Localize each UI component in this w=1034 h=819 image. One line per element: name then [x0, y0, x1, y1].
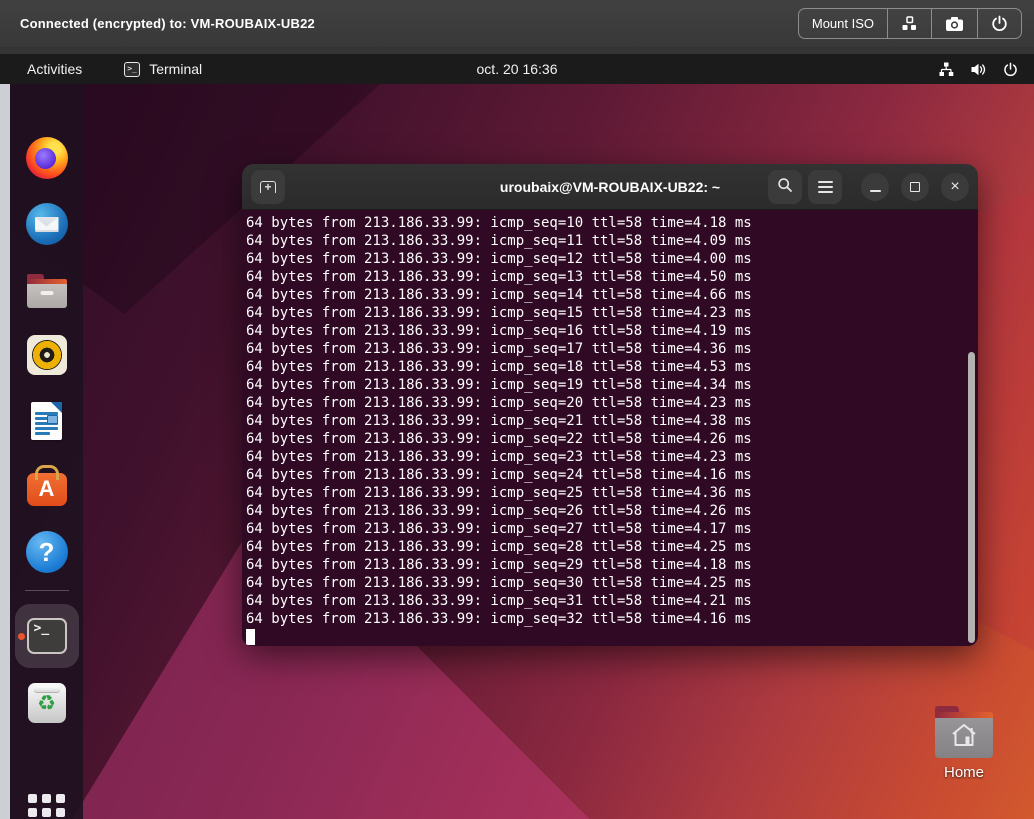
new-tab-icon — [260, 181, 276, 193]
menu-icon — [818, 186, 833, 188]
mount-iso-button[interactable]: Mount ISO — [798, 8, 888, 39]
terminal-line: 64 bytes from 213.186.33.99: icmp_seq=11… — [246, 232, 978, 250]
app-menu-label: Terminal — [149, 61, 202, 77]
terminal-window: uroubaix@VM-ROUBAIX-UB22: ~ × — [242, 164, 978, 646]
terminal-output: 64 bytes from 213.186.33.99: icmp_seq=10… — [242, 210, 978, 628]
terminal-cursor — [246, 629, 255, 645]
dock-separator — [25, 590, 69, 591]
terminal-cursor-row — [242, 628, 978, 646]
terminal-line: 64 bytes from 213.186.33.99: icmp_seq=14… — [246, 286, 978, 304]
dock-item-rhythmbox[interactable] — [15, 323, 79, 387]
dock-item-trash[interactable]: ♻ — [15, 671, 79, 735]
libreoffice-writer-icon — [31, 402, 62, 440]
terminal-line: 64 bytes from 213.186.33.99: icmp_seq=15… — [246, 304, 978, 322]
viewer-button-group: Mount ISO — [798, 8, 1022, 39]
firefox-icon — [26, 137, 68, 179]
clock[interactable]: oct. 20 16:36 — [477, 61, 558, 77]
minimize-button[interactable] — [861, 173, 889, 201]
dock-item-libreoffice-writer[interactable] — [15, 389, 79, 453]
terminal-line: 64 bytes from 213.186.33.99: icmp_seq=10… — [246, 214, 978, 232]
ubuntu-software-icon: A — [27, 473, 67, 506]
terminal-line: 64 bytes from 213.186.33.99: icmp_seq=19… — [246, 376, 978, 394]
app-grid-icon — [28, 794, 65, 819]
terminal-line: 64 bytes from 213.186.33.99: icmp_seq=27… — [246, 520, 978, 538]
thunderbird-icon — [26, 203, 68, 245]
home-label: Home — [926, 764, 1002, 781]
dock-item-thunderbird[interactable] — [15, 192, 79, 256]
terminal-window-title: uroubaix@VM-ROUBAIX-UB22: ~ — [500, 179, 720, 195]
rhythmbox-icon — [27, 335, 67, 375]
dock-item-files[interactable] — [15, 258, 79, 322]
terminal-body[interactable]: 64 bytes from 213.186.33.99: icmp_seq=10… — [242, 210, 978, 646]
terminal-line: 64 bytes from 213.186.33.99: icmp_seq=13… — [246, 268, 978, 286]
terminal-line: 64 bytes from 213.186.33.99: icmp_seq=29… — [246, 556, 978, 574]
minimize-icon — [870, 190, 881, 192]
maximize-icon — [910, 182, 920, 192]
system-tray[interactable] — [938, 54, 1018, 84]
terminal-line: 64 bytes from 213.186.33.99: icmp_seq=26… — [246, 502, 978, 520]
volume-icon — [970, 62, 987, 77]
app-menu[interactable]: >_ Terminal — [124, 61, 202, 77]
terminal-line: 64 bytes from 213.186.33.99: icmp_seq=23… — [246, 448, 978, 466]
terminal-line: 64 bytes from 213.186.33.99: icmp_seq=21… — [246, 412, 978, 430]
terminal-icon: >_ — [27, 618, 67, 654]
maximize-button[interactable] — [901, 173, 929, 201]
screenshot-button[interactable] — [932, 8, 978, 39]
power-icon — [991, 15, 1008, 32]
wired-network-icon — [938, 62, 954, 77]
search-icon — [777, 177, 793, 198]
viewer-toolbar: Connected (encrypted) to: VM-ROUBAIX-UB2… — [0, 0, 1034, 47]
gnome-topbar: Activities >_ Terminal oct. 20 16:36 — [0, 54, 1034, 84]
terminal-line: 64 bytes from 213.186.33.99: icmp_seq=24… — [246, 466, 978, 484]
search-button[interactable] — [768, 170, 802, 204]
dock-item-ubuntu-software[interactable]: A — [15, 454, 79, 518]
terminal-line: 64 bytes from 213.186.33.99: icmp_seq=17… — [246, 340, 978, 358]
viewer-scroll-gutter[interactable] — [0, 84, 10, 819]
power-icon — [1003, 62, 1018, 77]
close-button[interactable]: × — [941, 173, 969, 201]
viewer-connection-title: Connected (encrypted) to: VM-ROUBAIX-UB2… — [20, 16, 315, 31]
dock: A ? >_ ♻ — [10, 84, 83, 819]
home-folder-icon — [935, 712, 993, 758]
running-indicator-dot — [18, 633, 25, 640]
vm-desktop: Activities >_ Terminal oct. 20 16:36 — [0, 54, 1034, 819]
screenshot-icon — [945, 16, 964, 32]
terminal-line: 64 bytes from 213.186.33.99: icmp_seq=30… — [246, 574, 978, 592]
files-dash — [40, 291, 53, 295]
activities-button[interactable]: Activities — [27, 61, 82, 77]
dock-item-help[interactable]: ? — [15, 520, 79, 584]
menu-button[interactable] — [808, 170, 842, 204]
dock-item-app-grid[interactable] — [15, 780, 79, 819]
send-keys-icon — [901, 15, 918, 32]
send-keys-button[interactable] — [888, 8, 932, 39]
close-icon: × — [950, 178, 959, 196]
terminal-line: 64 bytes from 213.186.33.99: icmp_seq=20… — [246, 394, 978, 412]
terminal-line: 64 bytes from 213.186.33.99: icmp_seq=12… — [246, 250, 978, 268]
terminal-line: 64 bytes from 213.186.33.99: icmp_seq=31… — [246, 592, 978, 610]
viewer-power-button[interactable] — [978, 8, 1022, 39]
viewer-gap-strip — [0, 47, 1034, 54]
desktop-home-shortcut[interactable]: Home — [926, 704, 1002, 781]
terminal-line: 64 bytes from 213.186.33.99: icmp_seq=32… — [246, 610, 978, 628]
dock-item-firefox[interactable] — [15, 126, 79, 190]
files-icon — [27, 279, 67, 308]
terminal-line: 64 bytes from 213.186.33.99: icmp_seq=16… — [246, 322, 978, 340]
new-tab-button[interactable] — [251, 170, 285, 204]
terminal-line: 64 bytes from 213.186.33.99: icmp_seq=25… — [246, 484, 978, 502]
help-icon: ? — [26, 531, 68, 573]
trash-icon: ♻ — [28, 683, 66, 723]
terminal-app-icon: >_ — [124, 62, 140, 77]
dock-item-terminal[interactable]: >_ — [15, 604, 79, 668]
terminal-line: 64 bytes from 213.186.33.99: icmp_seq=28… — [246, 538, 978, 556]
terminal-line: 64 bytes from 213.186.33.99: icmp_seq=18… — [246, 358, 978, 376]
terminal-scrollbar-thumb[interactable] — [968, 352, 975, 643]
terminal-titlebar[interactable]: uroubaix@VM-ROUBAIX-UB22: ~ × — [242, 164, 978, 210]
terminal-line: 64 bytes from 213.186.33.99: icmp_seq=22… — [246, 430, 978, 448]
